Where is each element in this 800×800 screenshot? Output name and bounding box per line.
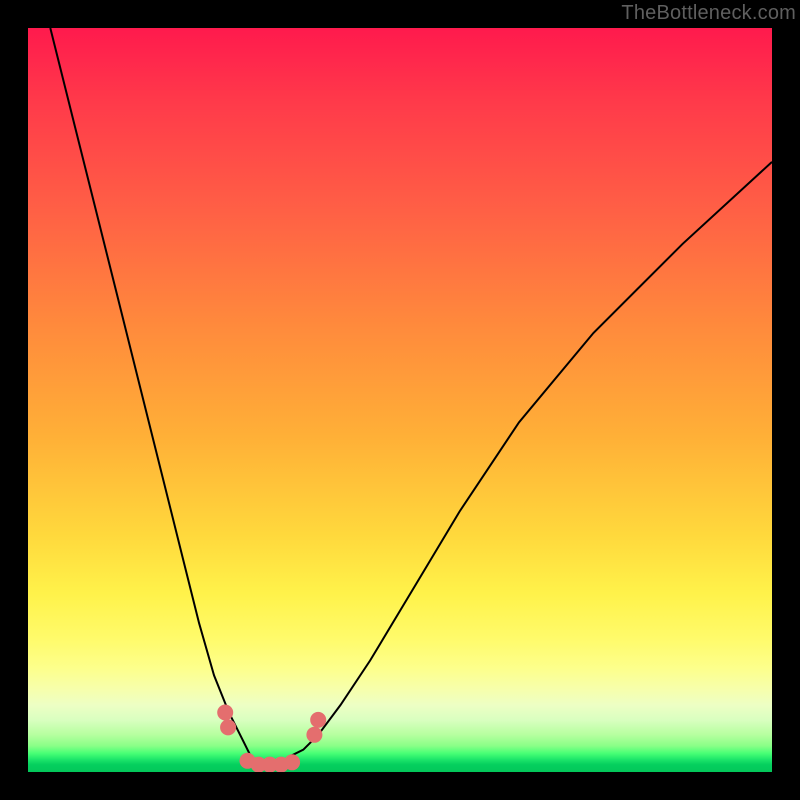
curve-marker bbox=[217, 705, 233, 721]
curve-layer bbox=[50, 28, 772, 765]
bottleneck-curve bbox=[50, 28, 772, 765]
chart-plot-area bbox=[28, 28, 772, 772]
curve-marker bbox=[284, 754, 300, 770]
marker-layer bbox=[217, 705, 326, 773]
watermark-text: TheBottleneck.com bbox=[621, 2, 796, 25]
chart-frame: TheBottleneck.com bbox=[0, 0, 800, 800]
curve-marker bbox=[220, 719, 236, 735]
curve-marker bbox=[306, 727, 322, 743]
chart-svg bbox=[28, 28, 772, 772]
curve-marker bbox=[310, 712, 326, 728]
